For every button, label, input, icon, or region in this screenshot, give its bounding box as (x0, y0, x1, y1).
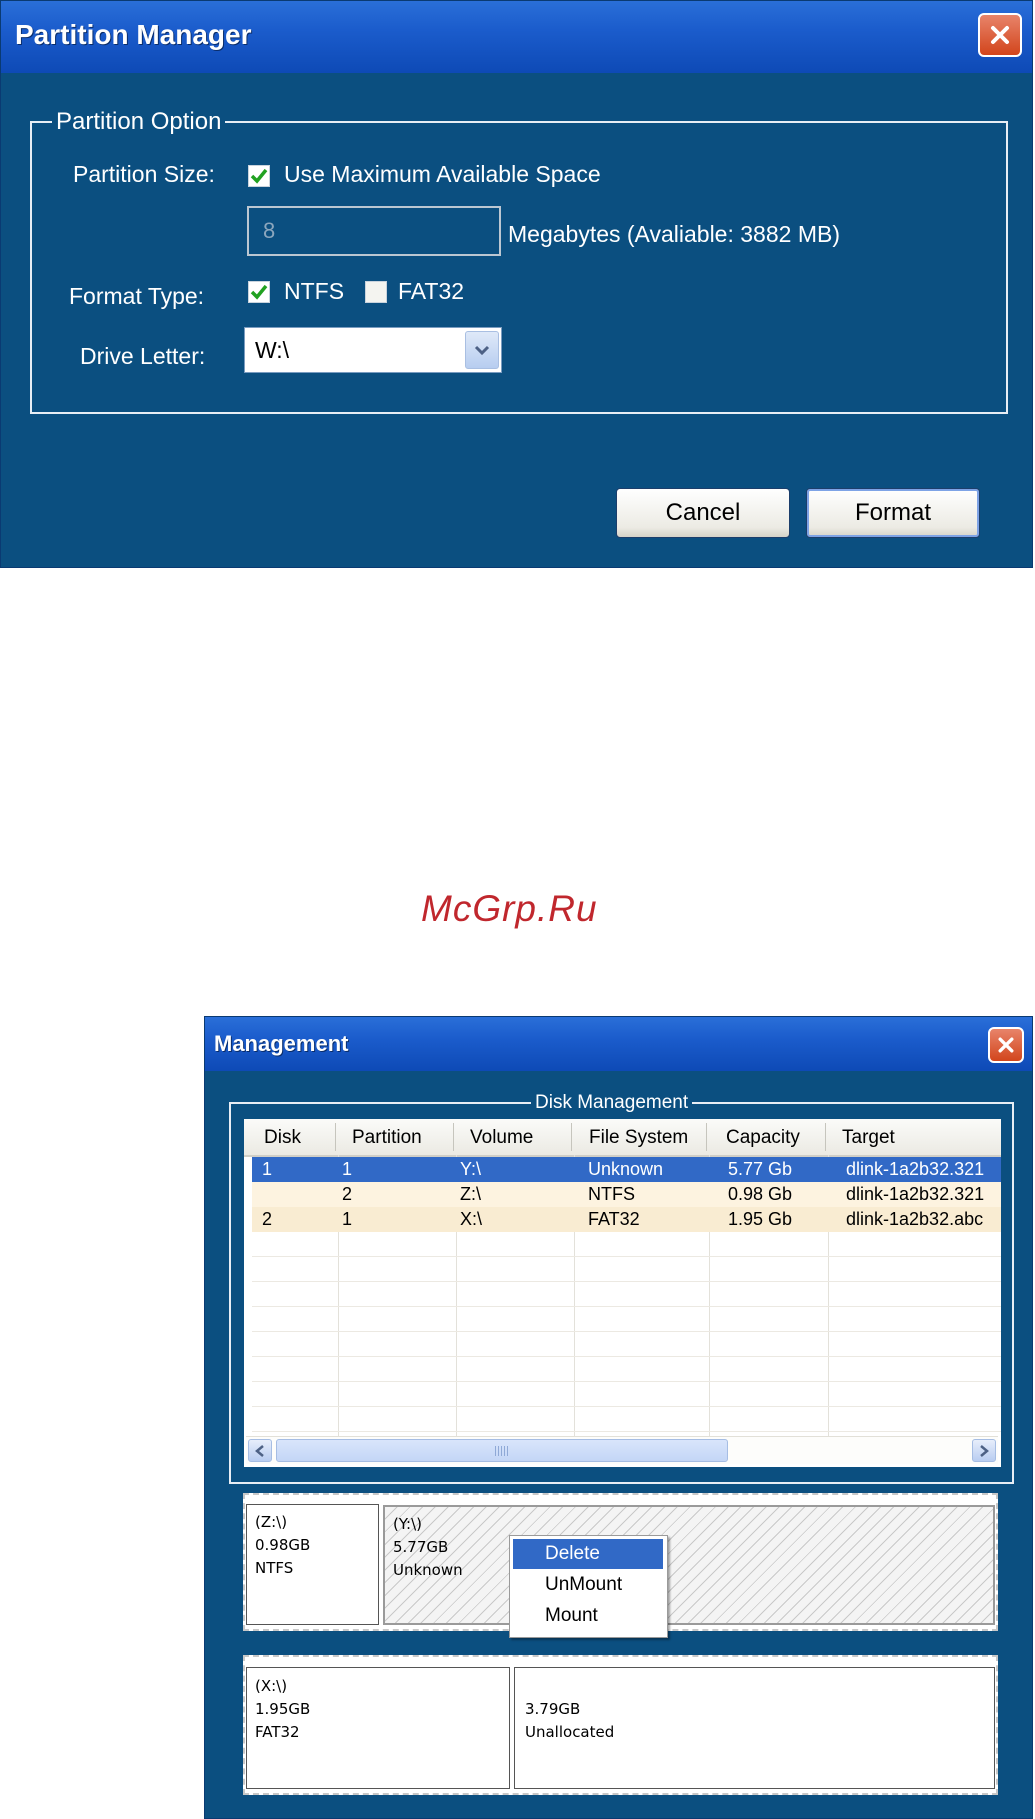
cell-volume: X:\ (460, 1209, 483, 1229)
fat32-label: FAT32 (398, 278, 465, 304)
ntfs-checkbox[interactable] (248, 281, 270, 303)
partition-volume: (X:\) (255, 1677, 288, 1695)
cell-file-system: Unknown (588, 1159, 664, 1179)
partition-size-input[interactable]: 8 (247, 206, 501, 256)
cell-capacity: 1.95 Gb (728, 1209, 793, 1229)
table-row[interactable]: 2 Z:\ NTFS 0.98 Gb dlink-1a2b32.321 (252, 1182, 1001, 1207)
cell-file-system: NTFS (588, 1184, 635, 1204)
grid-line (252, 1281, 1001, 1282)
grid-line (252, 1306, 1001, 1307)
disk-table: Disk Partition Volume File System Capaci… (244, 1119, 1001, 1467)
column-header-disk[interactable]: Disk (264, 1127, 301, 1149)
drive-letter-label: Drive Letter: (80, 343, 206, 369)
horizontal-scrollbar[interactable] (246, 1436, 998, 1464)
partition-fs: FAT32 (255, 1723, 300, 1741)
grip-icon (495, 1446, 509, 1456)
use-max-label: Use Maximum Available Space (284, 161, 601, 187)
scroll-thumb[interactable] (276, 1439, 728, 1462)
grid-line (252, 1406, 1001, 1407)
partition-block-y[interactable]: (Y:\) 5.77GB Unknown (383, 1505, 995, 1625)
column-divider[interactable] (335, 1123, 336, 1151)
grid-line (252, 1331, 1001, 1332)
column-divider[interactable] (571, 1123, 572, 1151)
titlebar[interactable]: Partition Manager (1, 1, 1032, 73)
drive-letter-select[interactable]: W:\ (244, 327, 502, 373)
titlebar[interactable]: Management (205, 1017, 1032, 1071)
scroll-right-button[interactable] (972, 1439, 996, 1462)
partition-manager-window: Partition Manager Partition Option Parti… (0, 0, 1033, 568)
partition-block-unallocated[interactable]: 3.79GB Unallocated (514, 1667, 995, 1789)
cell-capacity: 0.98 Gb (728, 1184, 793, 1204)
column-header-target[interactable]: Target (842, 1127, 895, 1149)
group-label: Disk Management (531, 1092, 693, 1114)
grid-line (252, 1256, 1001, 1257)
drive-letter-value: W:\ (255, 337, 290, 363)
window-title: Partition Manager (15, 19, 252, 50)
partition-fs: Unallocated (525, 1723, 615, 1741)
window-title: Management (214, 1031, 349, 1056)
grid-line (252, 1356, 1001, 1357)
menu-item-delete[interactable]: Delete (513, 1539, 663, 1569)
close-button[interactable] (978, 13, 1022, 57)
partition-block-z[interactable]: (Z:\) 0.98GB NTFS (246, 1504, 379, 1625)
column-header-file-system[interactable]: File System (589, 1127, 688, 1149)
close-icon (991, 26, 1009, 44)
cell-volume: Z:\ (460, 1184, 481, 1204)
menu-item-unmount[interactable]: UnMount (513, 1570, 663, 1600)
ntfs-label: NTFS (284, 278, 345, 304)
partition-volume: (Z:\) (255, 1513, 288, 1531)
partition-block-x[interactable]: (X:\) 1.95GB FAT32 (246, 1667, 510, 1789)
partition-size: 3.79GB (525, 1700, 581, 1718)
column-header-volume[interactable]: Volume (470, 1127, 533, 1149)
use-max-checkbox[interactable] (248, 165, 270, 187)
menu-item-mount[interactable]: Mount (513, 1601, 663, 1631)
partition-size: 1.95GB (255, 1700, 311, 1718)
table-header: Disk Partition Volume File System Capaci… (244, 1119, 1001, 1157)
chevron-right-icon (980, 1444, 989, 1457)
close-icon (998, 1037, 1014, 1053)
cell-partition: 1 (342, 1209, 353, 1229)
cell-file-system: FAT32 (588, 1209, 640, 1229)
partition-size-label: Partition Size: (73, 161, 215, 187)
cell-disk: 1 (262, 1159, 273, 1179)
cell-disk: 2 (262, 1209, 273, 1229)
cell-volume: Y:\ (460, 1159, 482, 1179)
table-row[interactable]: 2 1 X:\ FAT32 1.95 Gb dlink-1a2b32.abc (252, 1207, 1001, 1232)
cancel-button[interactable]: Cancel (616, 488, 790, 538)
format-button[interactable]: Format (806, 488, 980, 538)
cell-capacity: 5.77 Gb (728, 1159, 793, 1179)
grid-line (252, 1431, 1001, 1432)
scroll-left-button[interactable] (248, 1439, 272, 1462)
cell-target: dlink-1a2b32.abc (846, 1209, 984, 1229)
cell-target: dlink-1a2b32.321 (846, 1184, 985, 1204)
checkmark-icon (250, 168, 268, 184)
column-divider[interactable] (453, 1123, 454, 1151)
grid-line (252, 1381, 1001, 1382)
fat32-checkbox[interactable] (365, 281, 387, 303)
format-type-label: Format Type: (69, 283, 205, 309)
dropdown-arrow-button[interactable] (465, 331, 499, 369)
group-label: Partition Option (52, 108, 226, 136)
column-header-partition[interactable]: Partition (352, 1127, 422, 1149)
cell-partition: 2 (342, 1184, 353, 1204)
cell-partition: 1 (342, 1159, 353, 1179)
column-divider[interactable] (825, 1123, 826, 1151)
chevron-left-icon (255, 1444, 264, 1457)
column-header-capacity[interactable]: Capacity (726, 1127, 800, 1149)
cell-target: dlink-1a2b32.321 (846, 1159, 985, 1179)
partition-size-value: 8 (263, 218, 276, 243)
partition-fs: NTFS (255, 1559, 294, 1577)
chevron-down-icon (474, 345, 490, 356)
table-row[interactable]: 1 1 Y:\ Unknown 5.77 Gb dlink-1a2b32.321 (252, 1157, 1001, 1182)
watermark: McGrp.Ru (421, 888, 598, 929)
partition-fs: Unknown (393, 1561, 463, 1579)
checkmark-icon (250, 284, 268, 300)
context-menu: Delete UnMount Mount (509, 1535, 668, 1638)
close-button[interactable] (988, 1027, 1024, 1063)
partition-size: 5.77GB (393, 1538, 449, 1556)
partition-volume: (Y:\) (393, 1515, 422, 1533)
column-divider[interactable] (706, 1123, 707, 1151)
partition-size: 0.98GB (255, 1536, 311, 1554)
size-unit-label: Megabytes (Avaliable: 3882 MB) (508, 221, 840, 247)
